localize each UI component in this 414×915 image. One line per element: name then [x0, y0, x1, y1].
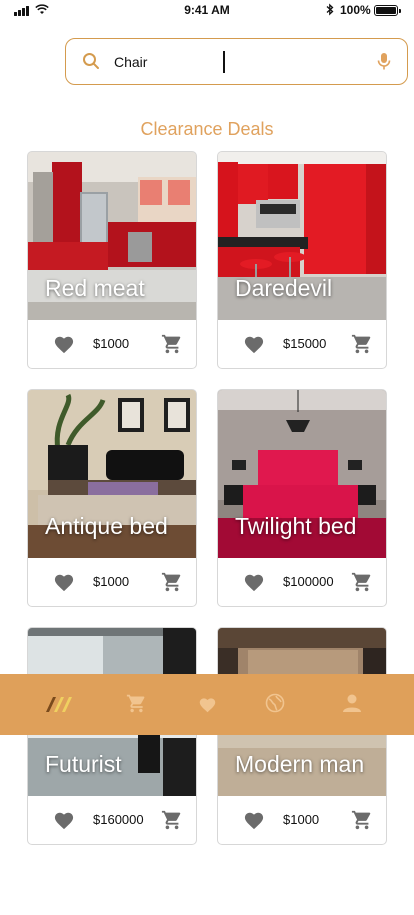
- battery-icon: [374, 5, 401, 16]
- home-logo-icon[interactable]: [44, 694, 74, 714]
- product-card[interactable]: Daredevil $15000: [217, 151, 387, 369]
- bluetooth-icon: [326, 3, 334, 16]
- product-price: $160000: [93, 812, 144, 827]
- add-to-cart-icon[interactable]: [161, 571, 183, 593]
- product-price: $100000: [283, 574, 334, 589]
- product-card[interactable]: Red meat $1000: [27, 151, 197, 369]
- heart-icon[interactable]: [243, 334, 265, 354]
- card-footer: $160000: [28, 796, 196, 844]
- product-title: Antique bed: [45, 513, 168, 539]
- heart-icon[interactable]: [53, 572, 75, 592]
- microphone-icon[interactable]: [377, 52, 391, 71]
- search-box[interactable]: [65, 38, 408, 85]
- product-card[interactable]: Twilight bed $100000: [217, 389, 387, 607]
- search-icon: [83, 53, 99, 69]
- battery-percentage: 100%: [340, 3, 371, 17]
- product-price: $1000: [93, 574, 130, 589]
- card-footer: $1000: [28, 558, 196, 606]
- heart-icon[interactable]: [198, 696, 217, 713]
- card-footer: $100000: [218, 558, 386, 606]
- section-title: Clearance Deals: [140, 119, 274, 139]
- product-price: $1000: [93, 336, 130, 351]
- person-icon[interactable]: [342, 693, 362, 713]
- product-title: Futurist: [45, 751, 122, 777]
- bottom-navigation: [0, 674, 414, 735]
- product-image[interactable]: Red meat: [28, 152, 196, 320]
- text-cursor: [223, 51, 225, 73]
- add-to-cart-icon[interactable]: [161, 333, 183, 355]
- product-image[interactable]: Antique bed: [28, 390, 196, 558]
- card-footer: $15000: [218, 320, 386, 368]
- cart-icon[interactable]: [126, 693, 147, 714]
- product-title: Modern man: [235, 751, 365, 777]
- product-title: Twilight bed: [235, 513, 357, 539]
- product-card[interactable]: Modern man $1000: [217, 627, 387, 845]
- card-footer: $1000: [218, 796, 386, 844]
- heart-icon[interactable]: [53, 810, 75, 830]
- add-to-cart-icon[interactable]: [351, 571, 373, 593]
- heart-icon[interactable]: [53, 334, 75, 354]
- status-bar: 9:41 AM 100%: [0, 0, 414, 22]
- product-price: $15000: [283, 336, 327, 351]
- add-to-cart-icon[interactable]: [351, 809, 373, 831]
- heart-icon[interactable]: [243, 810, 265, 830]
- add-to-cart-icon[interactable]: [351, 333, 373, 355]
- globe-icon[interactable]: [265, 693, 285, 713]
- product-title: Daredevil: [235, 275, 333, 301]
- heart-icon[interactable]: [243, 572, 265, 592]
- product-card[interactable]: Antique bed $1000: [27, 389, 197, 607]
- product-title: Red meat: [45, 275, 145, 301]
- card-footer: $1000: [28, 320, 196, 368]
- product-image[interactable]: Daredevil: [218, 152, 386, 320]
- add-to-cart-icon[interactable]: [161, 809, 183, 831]
- product-image[interactable]: Twilight bed: [218, 390, 386, 558]
- product-card[interactable]: Futurist $160000: [27, 627, 197, 845]
- product-price: $1000: [283, 812, 320, 827]
